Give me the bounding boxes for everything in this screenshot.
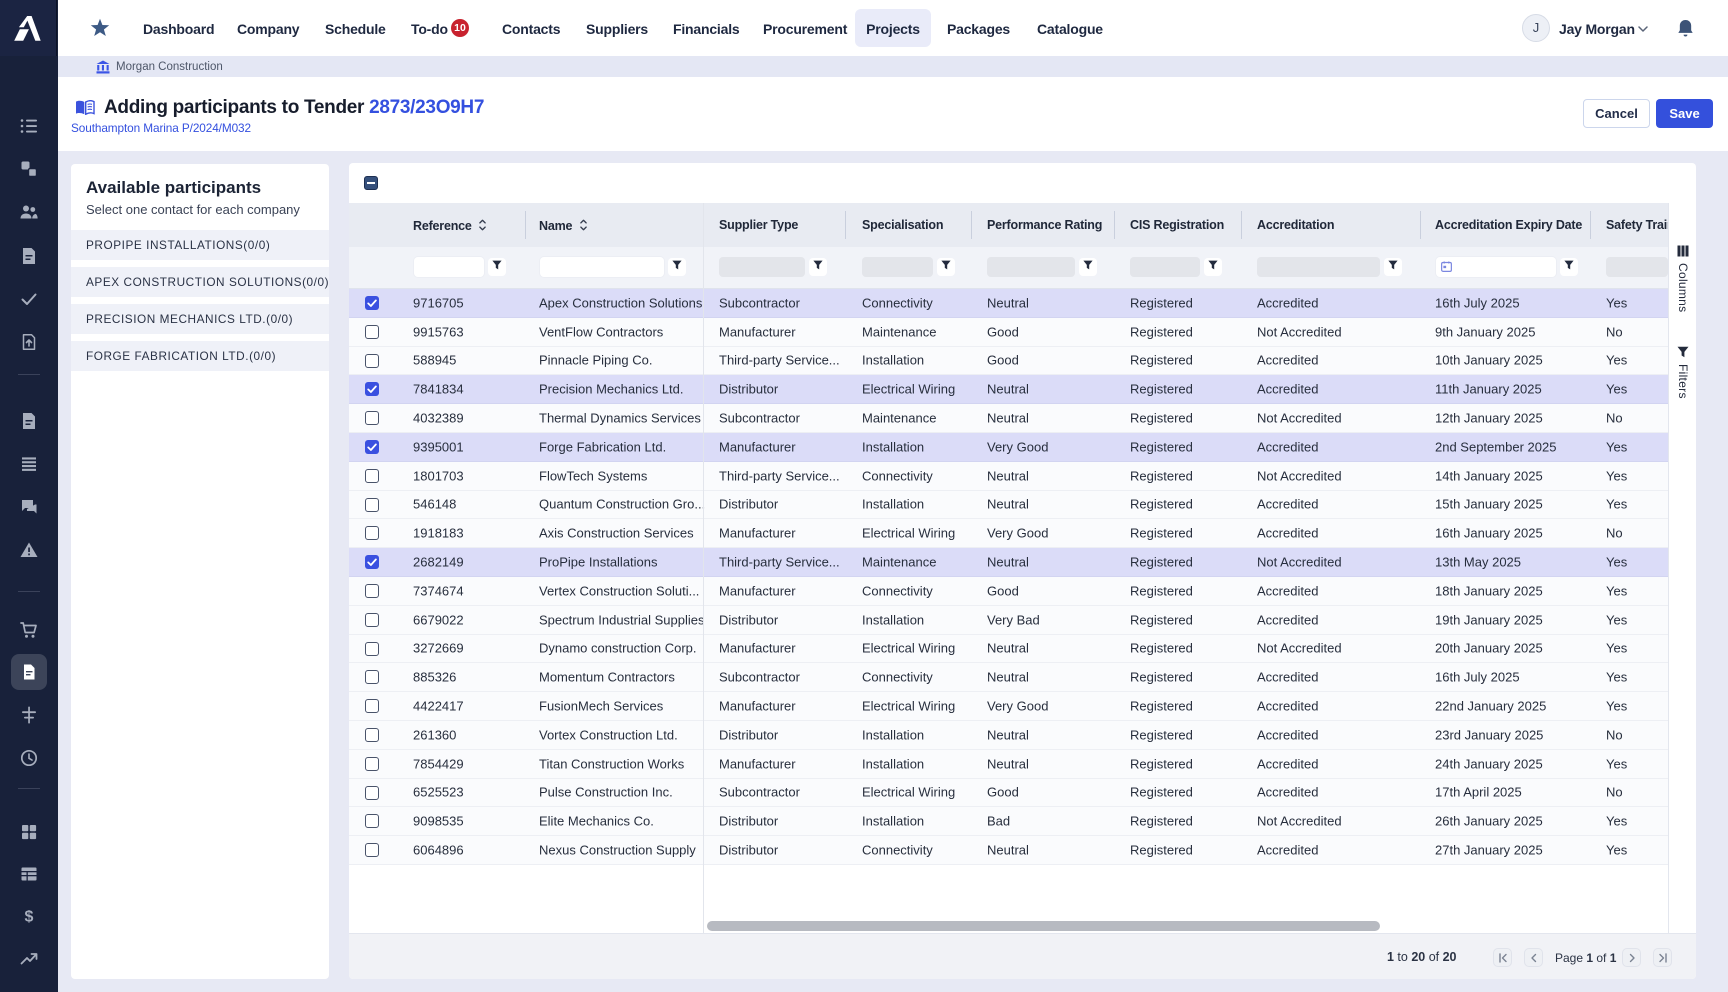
svg-text:$: $: [25, 909, 34, 926]
